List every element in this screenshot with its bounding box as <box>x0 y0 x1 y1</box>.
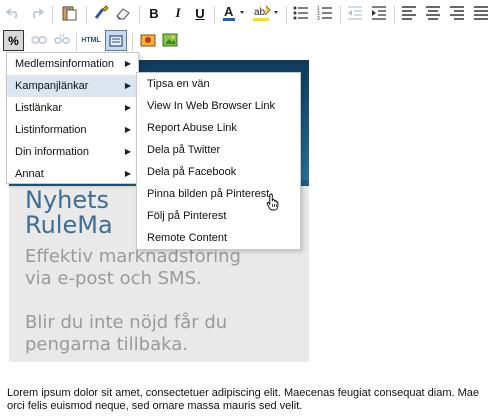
unlink-icon[interactable] <box>53 29 71 51</box>
submenu-item-label: Dela på Facebook <box>147 166 237 178</box>
menu-item-label: Listinformation <box>15 124 87 136</box>
submenu-item-dela-facebook[interactable]: Dela på Facebook <box>137 161 300 183</box>
submenu-item-label: Följ på Pinterest <box>147 210 227 222</box>
paste-icon[interactable] <box>58 2 80 24</box>
indent-icon[interactable] <box>370 2 388 24</box>
toolbar-separator <box>132 33 133 51</box>
menu-item-din-information[interactable]: Din information ▶ <box>7 141 138 163</box>
menu-item-label: Medlemsinformation <box>15 58 115 70</box>
toolbar-row-1: B I U A ab 123 <box>0 2 493 30</box>
submenu-item-label: View In Web Browser Link <box>147 100 275 112</box>
bold-button[interactable]: B <box>145 2 163 24</box>
toolbar-separator <box>340 6 341 24</box>
campaign-links-submenu: Tipsa en vän View In Web Browser Link Re… <box>136 72 301 250</box>
align-right-icon[interactable] <box>448 2 466 24</box>
format-brush-icon[interactable] <box>91 2 111 24</box>
toolbar-separator <box>394 6 395 24</box>
outdent-icon[interactable] <box>346 2 364 24</box>
banner-tagline: Effektiv marknadsföring via e-post och S… <box>25 246 241 289</box>
font-color-button[interactable]: A <box>222 2 248 24</box>
svg-text:A: A <box>224 4 234 19</box>
undo-icon[interactable] <box>4 2 22 24</box>
menu-item-label: Listlänkar <box>15 102 63 114</box>
submenu-item-tipsa-en-van[interactable]: Tipsa en vän <box>137 73 300 95</box>
banner-title: Nyhets RuleMa <box>25 186 113 239</box>
body-text-line: orci felis euismod neque, sed ornare mas… <box>7 400 303 412</box>
menu-item-medlemsinformation[interactable]: Medlemsinformation ▶ <box>7 53 138 75</box>
menu-item-label: Annat <box>15 168 44 180</box>
submenu-arrow-icon: ▶ <box>124 81 131 90</box>
italic-button[interactable]: I <box>169 2 187 24</box>
insert-image-icon[interactable] <box>138 29 158 51</box>
submenu-arrow-icon: ▶ <box>124 103 131 112</box>
merge-tags-button[interactable]: % <box>3 30 24 51</box>
menu-item-annat[interactable]: Annat ▶ <box>7 163 138 185</box>
toolbar-separator <box>139 6 140 24</box>
fullscreen-button[interactable] <box>105 30 127 51</box>
underline-button[interactable]: U <box>191 2 209 24</box>
menu-item-label: Din information <box>15 146 89 158</box>
editor-toolbar: B I U A ab 123 % HTML <box>0 0 493 60</box>
submenu-item-dela-twitter[interactable]: Dela på Twitter <box>137 139 300 161</box>
menu-item-label: Kampanjlänkar <box>15 80 89 92</box>
highlight-color-button[interactable]: ab <box>252 2 282 24</box>
submenu-item-label: Pinna bilden på Pinterest <box>147 188 270 200</box>
toolbar-separator <box>86 6 87 24</box>
bullet-list-icon[interactable] <box>292 2 310 24</box>
body-text: Lorem ipsum dolor sit amet, consectetuer… <box>7 387 493 413</box>
body-text-line: Lorem ipsum dolor sit amet, consectetuer… <box>7 387 480 399</box>
submenu-item-remote-content[interactable]: Remote Content <box>137 227 300 249</box>
hand-pointer-icon <box>266 193 282 211</box>
svg-text:3: 3 <box>317 16 320 20</box>
submenu-arrow-icon: ▶ <box>124 59 131 68</box>
submenu-item-label: Remote Content <box>147 232 228 244</box>
toolbar-separator <box>52 6 53 24</box>
submenu-item-report-abuse[interactable]: Report Abuse Link <box>137 117 300 139</box>
insert-picture-icon[interactable] <box>160 29 180 51</box>
toolbar-separator <box>214 6 215 24</box>
svg-text:ab: ab <box>254 7 266 18</box>
toolbar-separator <box>286 6 287 24</box>
submenu-item-label: Tipsa en vän <box>147 78 210 90</box>
link-icon[interactable] <box>30 29 48 51</box>
submenu-item-label: Report Abuse Link <box>147 122 237 134</box>
align-justify-icon[interactable] <box>472 2 490 24</box>
html-source-button[interactable]: HTML <box>80 29 102 51</box>
submenu-item-label: Dela på Twitter <box>147 144 221 156</box>
toolbar-separator <box>76 33 77 51</box>
redo-icon[interactable] <box>28 2 46 24</box>
menu-item-kampanjlankar[interactable]: Kampanjlänkar ▶ <box>7 75 138 97</box>
submenu-arrow-icon: ▶ <box>124 169 131 178</box>
merge-tags-menu: Medlemsinformation ▶ Kampanjlänkar ▶ Lis… <box>6 52 139 184</box>
banner-guarantee: Blir du inte nöjd får du pengarna tillba… <box>25 312 228 355</box>
submenu-item-view-in-browser[interactable]: View In Web Browser Link <box>137 95 300 117</box>
eraser-icon[interactable] <box>113 2 133 24</box>
submenu-arrow-icon: ▶ <box>124 147 131 156</box>
menu-item-listlankar[interactable]: Listlänkar ▶ <box>7 97 138 119</box>
numbered-list-icon[interactable]: 123 <box>316 2 334 24</box>
align-left-icon[interactable] <box>400 2 418 24</box>
align-center-icon[interactable] <box>424 2 442 24</box>
submenu-arrow-icon: ▶ <box>124 125 131 134</box>
menu-item-listinformation[interactable]: Listinformation ▶ <box>7 119 138 141</box>
